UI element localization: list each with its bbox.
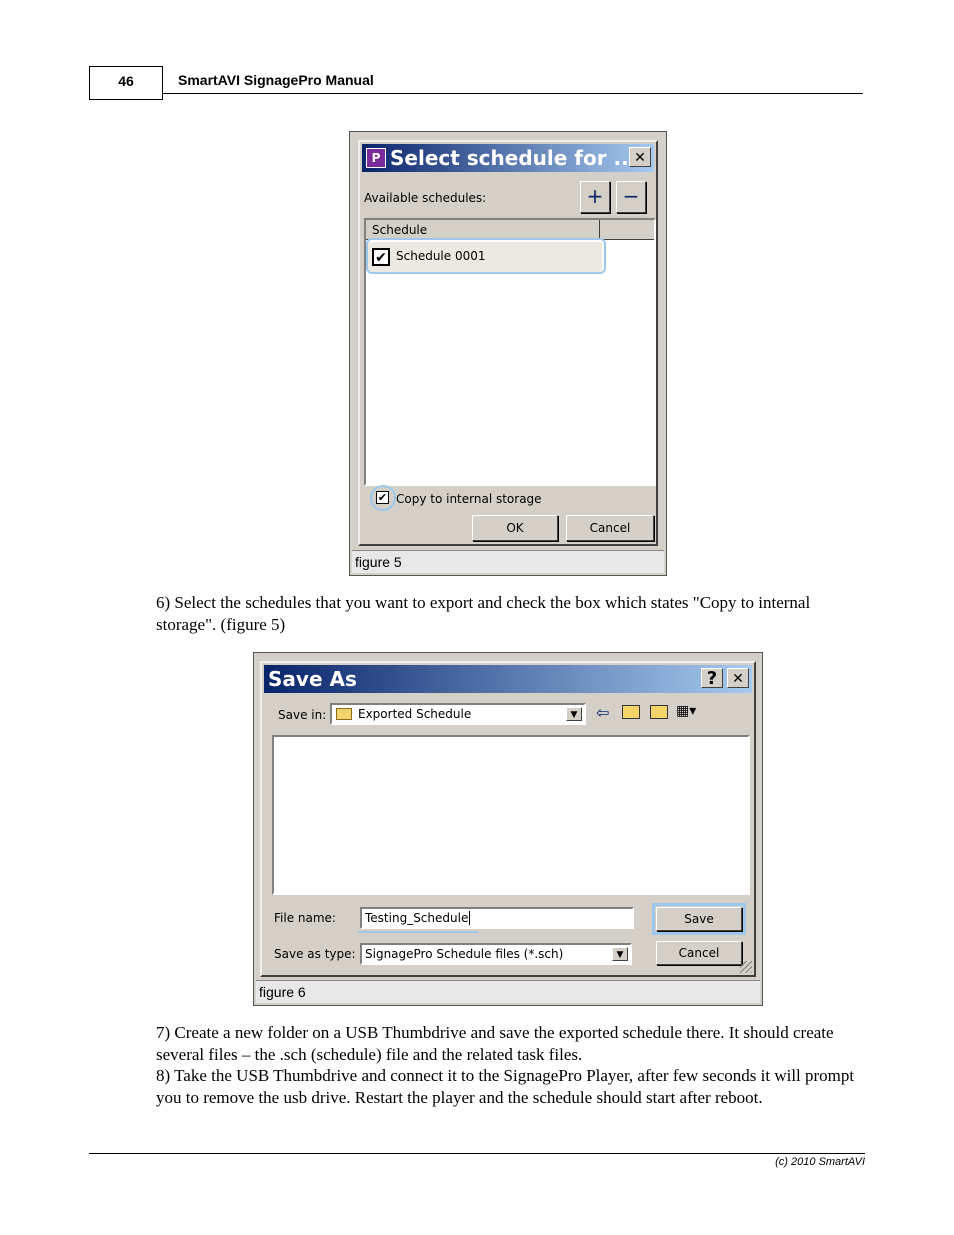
file-name-value: Testing_Schedule <box>365 911 471 925</box>
figure-6: Save As ? ✕ Save in: Exported Schedule ▼… <box>253 652 763 1006</box>
column-header-schedule[interactable]: Schedule <box>366 220 600 240</box>
ok-button[interactable]: OK <box>472 515 558 541</box>
step-8-text: 8) Take the USB Thumbdrive and connect i… <box>156 1066 855 1107</box>
dialog-titlebar: P Select schedule for ... ✕ <box>362 144 654 172</box>
column-header-blank <box>600 220 654 240</box>
file-name-underline <box>358 931 478 933</box>
copy-storage-label: Copy to internal storage <box>396 492 542 506</box>
step-7-text: 7) Create a new folder on a USB Thumbdri… <box>156 1023 834 1064</box>
figure-6-caption: figure 6 <box>256 980 760 1003</box>
schedule-list[interactable]: Schedule ✔ Schedule 0001 <box>364 218 656 486</box>
chevron-down-icon[interactable]: ▼ <box>612 947 628 961</box>
resize-grip-icon[interactable] <box>740 961 752 973</box>
view-menu-icon[interactable]: ▦▾ <box>676 703 696 719</box>
up-folder-icon[interactable] <box>622 705 640 719</box>
header-divider <box>163 93 863 94</box>
dialog-titlebar: Save As ? ✕ <box>264 665 752 693</box>
file-name-input[interactable]: Testing_Schedule <box>360 907 634 929</box>
step-6-text: 6) Select the schedules that you want to… <box>156 593 811 634</box>
dialog-title: Save As <box>268 667 357 691</box>
dialog-title: Select schedule for ... <box>390 146 637 170</box>
close-button[interactable]: ✕ <box>727 668 749 688</box>
manual-title: SmartAVI SignagePro Manual <box>178 72 374 88</box>
save-as-dialog: Save As ? ✕ Save in: Exported Schedule ▼… <box>260 661 756 977</box>
figure-5-caption: figure 5 <box>352 550 664 573</box>
chevron-down-icon[interactable]: ▼ <box>566 707 582 721</box>
save-as-type-value: SignagePro Schedule files (*.sch) <box>365 947 564 961</box>
schedule-item-highlight <box>366 238 606 274</box>
app-icon: P <box>366 148 386 168</box>
save-button-highlight <box>652 903 746 935</box>
file-name-label: File name: <box>274 911 336 925</box>
copy-storage-highlight <box>370 485 396 511</box>
save-as-type-label: Save as type: <box>274 947 356 961</box>
back-icon[interactable]: ⇦ <box>596 703 609 722</box>
add-schedule-button[interactable]: + <box>580 181 610 213</box>
cancel-button[interactable]: Cancel <box>566 515 654 541</box>
save-in-dropdown[interactable]: Exported Schedule ▼ <box>330 703 586 725</box>
help-button[interactable]: ? <box>701 668 723 689</box>
close-button[interactable]: ✕ <box>629 147 651 167</box>
new-folder-icon[interactable] <box>650 705 668 719</box>
file-list[interactable] <box>272 735 750 895</box>
copyright: (c) 2010 SmartAVI <box>775 1156 865 1168</box>
cancel-button[interactable]: Cancel <box>656 941 742 965</box>
figure-5: P Select schedule for ... ✕ Available sc… <box>349 131 667 576</box>
save-in-label: Save in: <box>278 708 327 722</box>
save-as-type-dropdown[interactable]: SignagePro Schedule files (*.sch) ▼ <box>360 943 632 965</box>
footer-divider <box>89 1153 865 1154</box>
page-number: 46 <box>89 66 163 100</box>
save-in-value: Exported Schedule <box>358 707 472 721</box>
available-schedules-label: Available schedules: <box>364 191 487 205</box>
select-schedule-dialog: P Select schedule for ... ✕ Available sc… <box>358 140 658 546</box>
remove-schedule-button[interactable]: − <box>616 181 646 213</box>
folder-icon <box>336 708 352 720</box>
